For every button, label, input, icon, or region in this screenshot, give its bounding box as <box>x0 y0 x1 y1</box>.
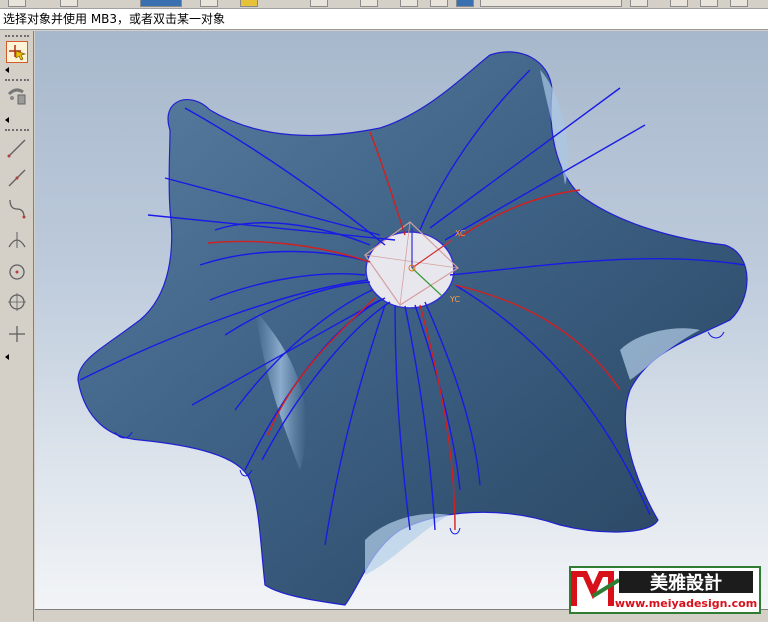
toolbar-button[interactable] <box>140 0 182 7</box>
circle-icon[interactable] <box>6 291 28 313</box>
top-toolbar <box>0 0 768 9</box>
palette-grip[interactable] <box>5 35 29 37</box>
toolbar-button[interactable] <box>200 0 218 7</box>
prompt-line: 选择对象并使用 MB3，或者双击某一对象 <box>0 9 768 30</box>
line-icon[interactable] <box>6 137 28 159</box>
toolbar-button[interactable] <box>240 0 258 7</box>
xc-axis-label: XC <box>455 229 466 238</box>
point-icon[interactable] <box>6 323 28 345</box>
arc-icon[interactable] <box>6 229 28 251</box>
toolbar-dropdown[interactable] <box>480 0 622 7</box>
line-icon[interactable] <box>6 167 28 189</box>
brand-name: 美雅設計 <box>650 572 722 594</box>
toolbar-button[interactable] <box>8 0 26 7</box>
toolbar-button[interactable] <box>456 0 474 7</box>
select-cursor-icon[interactable] <box>6 41 28 63</box>
toolbar-button[interactable] <box>360 0 378 7</box>
toolbar-button[interactable] <box>430 0 448 7</box>
tool-palette <box>0 31 34 621</box>
toolbar-button[interactable] <box>630 0 648 7</box>
circle-icon[interactable] <box>6 261 28 283</box>
toolbar-button[interactable] <box>730 0 748 7</box>
model-view: XC YC <box>77 51 748 606</box>
collapse-arrow-icon[interactable] <box>5 117 9 123</box>
yc-axis-label: YC <box>449 295 460 304</box>
toolbar-button[interactable] <box>700 0 718 7</box>
toolbar-button[interactable] <box>60 0 78 7</box>
toolbar-button[interactable] <box>670 0 688 7</box>
meiya-logo: 美雅設計 www.meiyadesign.com <box>571 571 757 610</box>
palette-grip[interactable] <box>5 129 29 131</box>
brand-url: www.meiyadesign.com <box>615 597 757 610</box>
palette-grip[interactable] <box>5 79 29 81</box>
brand-watermark: 美雅設計 www.meiyadesign.com <box>569 566 761 614</box>
roll-view-icon[interactable] <box>6 85 28 107</box>
spline-icon[interactable] <box>6 197 28 219</box>
graphics-viewport[interactable]: XC YC <box>35 31 768 609</box>
toolbar-button[interactable] <box>310 0 328 7</box>
prompt-text: 选择对象并使用 MB3，或者双击某一对象 <box>3 12 226 26</box>
toolbar-button[interactable] <box>400 0 418 7</box>
collapse-arrow-icon[interactable] <box>5 354 9 360</box>
collapse-arrow-icon[interactable] <box>5 67 9 73</box>
